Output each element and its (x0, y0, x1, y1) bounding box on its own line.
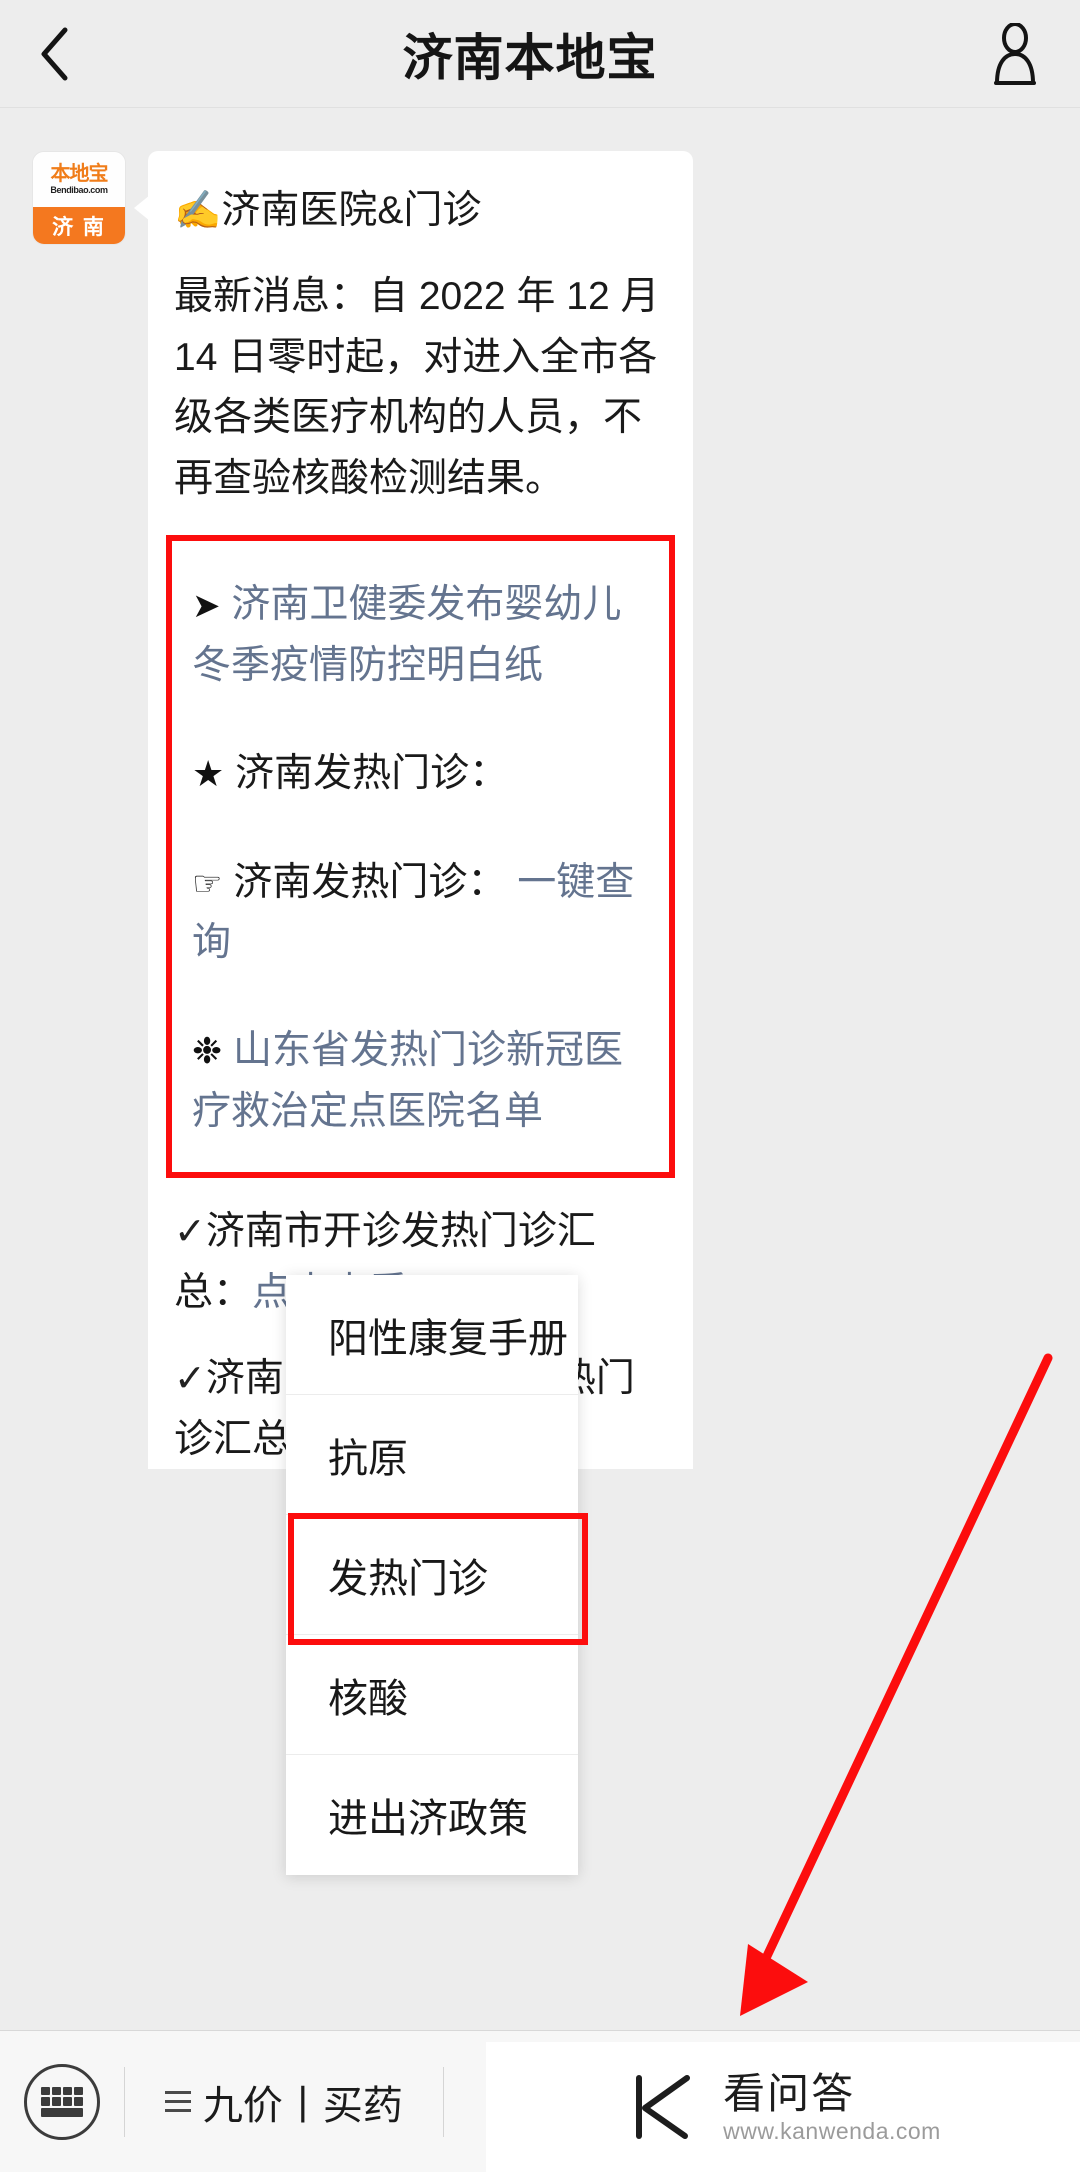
chevron-left-icon (41, 27, 68, 80)
redbox-item-0: ➤ 济南卫健委发布婴幼儿冬季疫情防控明白纸 (192, 575, 649, 696)
avatar-logo: 本地宝 Bendibao.com (33, 152, 125, 208)
flower-bullet-icon: ❉ (192, 1030, 223, 1072)
keyboard-toggle-button[interactable] (0, 2031, 124, 2172)
message-title-line: ✍️济南医院&门诊 (174, 181, 667, 241)
writing-hand-icon: ✍️ (174, 190, 222, 232)
message-bubble-wrapper: ✍️济南医院&门诊 最新消息：自 2022 年 12 月 14 日零时起，对进入… (134, 151, 693, 1469)
arrow-bullet-icon: ➤ (192, 587, 221, 626)
star-bullet-icon: ★ (192, 753, 225, 795)
page-title: 济南本地宝 (402, 29, 658, 86)
pointing-hand-icon: ☞ (192, 864, 223, 903)
redbox-item-3: ❉ 山东省发热门诊新冠医疗救治定点医院名单 (192, 1021, 649, 1142)
menu-item-positive-recovery-handbook[interactable]: 阳性康复手册 (286, 1275, 578, 1395)
app-header: 济南本地宝 (0, 0, 1080, 108)
screen-root: 济南本地宝 本地宝 Bendibao.com 济 南 ✍️济南医院&门诊 最新消… (0, 0, 1080, 2172)
toolbar-tab-0[interactable]: 九价丨买药 (125, 2031, 443, 2172)
avatar-city: 济 南 (33, 207, 125, 244)
menu-item-travel-policy[interactable]: 进出济政策 (286, 1755, 578, 1875)
message-row: 本地宝 Bendibao.com 济 南 ✍️济南医院&门诊 最新消息：自 20… (0, 109, 1080, 1469)
menu-item-label: 抗原 (328, 1436, 408, 1481)
redbox-item-2: ☞ 济南发热门诊： 一键查询 (192, 853, 649, 974)
avatar-logo-cn: 本地宝 (50, 163, 109, 186)
menu-item-label: 核酸 (328, 1676, 408, 1721)
link-infant-epidemic-guide[interactable]: 济南卫健委发布婴幼儿冬季疫情防控明白纸 (192, 583, 621, 686)
toolbar-tab-0-label: 九价丨买药 (202, 2083, 403, 2128)
check-bullet-icon: ✓ (174, 1211, 206, 1254)
watermark-text: 看问答 www.kanwenda.com (723, 2070, 941, 2145)
menu-item-label: 发热门诊 (328, 1556, 488, 1601)
watermark: 看问答 www.kanwenda.com (486, 2042, 1080, 2172)
menu-item-fever-clinic[interactable]: 发热门诊 (286, 1513, 588, 1645)
fever-clinic-query-label: 济南发热门诊： (233, 860, 507, 904)
watermark-url: www.kanwenda.com (723, 2117, 941, 2144)
link-shandong-designated-hospitals[interactable]: 山东省发热门诊新冠医疗救治定点医院名单 (192, 1029, 623, 1132)
fever-clinic-label: 济南发热门诊： (235, 752, 509, 796)
message-bubble[interactable]: ✍️济南医院&门诊 最新消息：自 2022 年 12 月 14 日零时起，对进入… (148, 151, 693, 1469)
person-icon (994, 22, 1036, 85)
keyboard-icon (24, 2063, 100, 2140)
hamburger-icon (164, 2091, 191, 2112)
watermark-title: 看问答 (723, 2069, 856, 2117)
check-bullet-icon: ✓ (174, 1358, 206, 1401)
kanwenda-logo-icon (625, 2070, 699, 2144)
menu-item-antigen[interactable]: 抗原 (286, 1395, 578, 1515)
back-button[interactable] (0, 0, 110, 108)
avatar-logo-en: Bendibao.com (50, 185, 108, 196)
menu-item-nucleic-acid[interactable]: 核酸 (286, 1635, 578, 1755)
bubble-tail (134, 195, 150, 221)
highlighted-links-box: ➤ 济南卫健委发布婴幼儿冬季疫情防控明白纸 ★ 济南发热门诊： ☞ 济南发热门诊… (166, 535, 675, 1179)
menu-item-label: 阳性康复手册 (328, 1316, 568, 1361)
keyboard-grid (41, 2086, 83, 2117)
avatar[interactable]: 本地宝 Bendibao.com 济 南 (32, 151, 126, 245)
menu-item-label: 进出济政策 (328, 1797, 528, 1841)
message-title: 济南医院&门诊 (221, 189, 482, 232)
redbox-item-1: ★ 济南发热门诊： (192, 744, 649, 804)
chat-scroll-area[interactable]: 本地宝 Bendibao.com 济 南 ✍️济南医院&门诊 最新消息：自 20… (0, 109, 1080, 1469)
message-intro: 最新消息：自 2022 年 12 月 14 日零时起，对进入全市各级各类医疗机构… (174, 275, 660, 500)
profile-button[interactable] (950, 0, 1080, 108)
menu-popup[interactable]: 阳性康复手册 抗原 发热门诊 核酸 进出济政策 (286, 1275, 588, 1875)
